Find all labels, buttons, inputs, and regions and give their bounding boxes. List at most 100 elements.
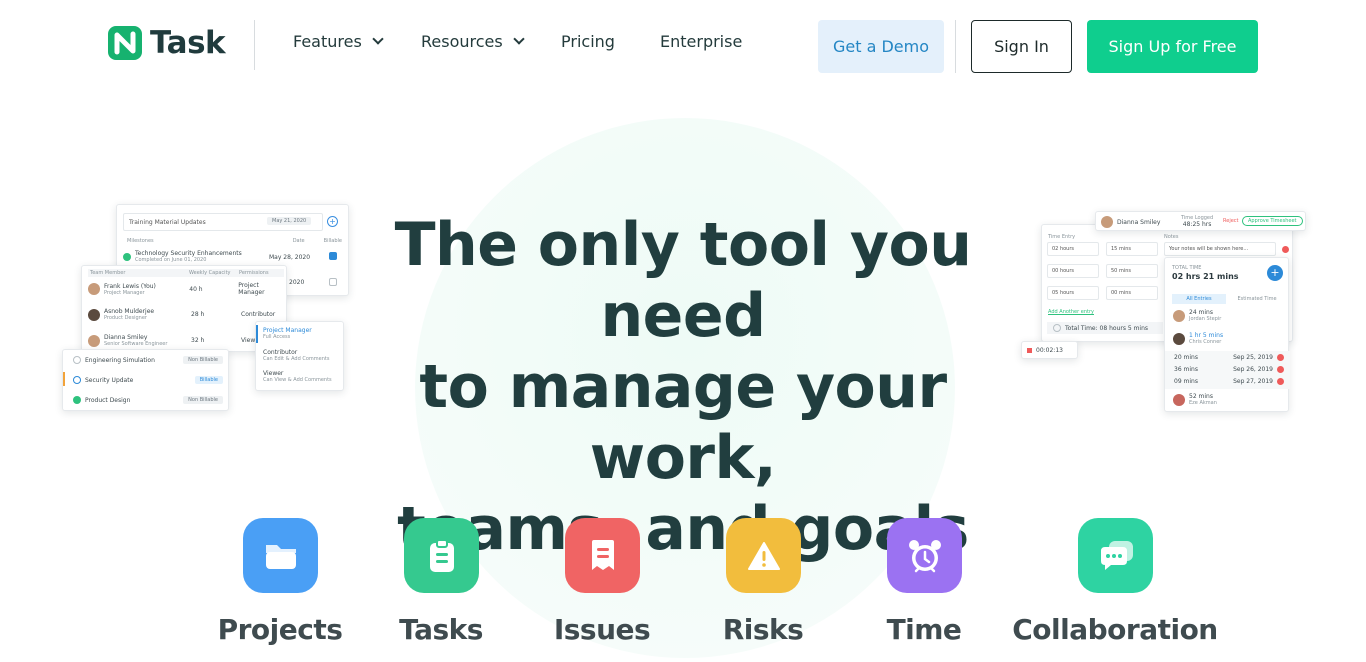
project-name: Product Design bbox=[85, 396, 131, 404]
person-name: Jordan Stepir bbox=[1189, 316, 1222, 322]
milestone-row[interactable]: Technology Security Enhancements Complet… bbox=[123, 250, 242, 263]
log-duration: 20 mins bbox=[1174, 354, 1198, 361]
menu-item-contributor[interactable]: Contributor Can Edit & Add Comments bbox=[263, 349, 329, 362]
col-permissions: Permissions bbox=[239, 270, 269, 276]
headline-line: to manage your work, bbox=[419, 352, 947, 493]
nav-resources[interactable]: Resources bbox=[421, 32, 525, 51]
menu-item-desc: Can Edit & Add Comments bbox=[263, 356, 330, 362]
delete-icon[interactable] bbox=[1277, 378, 1284, 385]
timer-value: 00:02:13 bbox=[1036, 347, 1063, 354]
avatar bbox=[1173, 332, 1185, 345]
billable-checkbox[interactable] bbox=[329, 278, 337, 286]
member-capacity: 32 h bbox=[191, 337, 205, 344]
project-name: Security Update bbox=[85, 376, 134, 384]
tasks-feature[interactable] bbox=[404, 518, 479, 593]
billable-checkbox[interactable] bbox=[329, 252, 337, 260]
menu-item-project-manager[interactable]: Project Manager Full Access bbox=[263, 327, 312, 340]
add-icon[interactable]: + bbox=[327, 216, 338, 227]
projects-feature[interactable] bbox=[243, 518, 318, 593]
check-icon bbox=[123, 252, 131, 261]
avatar bbox=[1173, 393, 1185, 406]
notes-input[interactable]: Your notes will be shown here... bbox=[1164, 242, 1276, 256]
nav-features[interactable]: Features bbox=[293, 32, 384, 51]
total-time-bar: Total Time: 08 hours 5 mins bbox=[1047, 322, 1163, 334]
add-entry-link[interactable]: Add Another entry bbox=[1048, 309, 1094, 315]
clock-icon bbox=[1053, 324, 1061, 332]
milestone-title: Technology Security Enhancements bbox=[135, 250, 242, 257]
avatar bbox=[1101, 216, 1113, 228]
hours-select[interactable]: 05 hours bbox=[1047, 286, 1099, 300]
time-label[interactable]: Time bbox=[844, 613, 1004, 646]
task-title: Training Material Updates bbox=[129, 219, 206, 226]
total-time-value: 02 hrs 21 mins bbox=[1172, 272, 1239, 281]
log-row: 36 mins Sep 26, 2019 bbox=[1174, 366, 1284, 373]
mins-select[interactable]: 50 mins bbox=[1106, 264, 1158, 278]
menu-item-viewer[interactable]: Viewer Can View & Add Comments bbox=[263, 370, 332, 383]
chevron-down-icon bbox=[372, 33, 384, 45]
hours-select[interactable]: 00 hours bbox=[1047, 264, 1099, 278]
col-capacity: Weekly Capacity bbox=[189, 270, 231, 276]
collaboration-label[interactable]: Collaboration bbox=[1005, 613, 1225, 646]
time-feature[interactable] bbox=[887, 518, 962, 593]
status-circle-icon bbox=[73, 356, 81, 364]
timer-widget[interactable]: 00:02:13 bbox=[1021, 341, 1078, 359]
hours-select[interactable]: 02 hours bbox=[1047, 242, 1099, 256]
col-billable: Billable bbox=[323, 238, 342, 244]
sign-in-button[interactable]: Sign In bbox=[971, 20, 1072, 73]
person-row[interactable]: 24 mins Jordan Stepir bbox=[1173, 309, 1221, 322]
header-divider bbox=[254, 20, 255, 70]
issues-feature[interactable] bbox=[565, 518, 640, 593]
project-row[interactable]: Engineering Simulation Non Billable bbox=[73, 356, 223, 364]
mins-select[interactable]: 15 mins bbox=[1106, 242, 1158, 256]
total-time-line: Total Time: 08 hours 5 mins bbox=[1065, 324, 1149, 332]
tasks-label[interactable]: Tasks bbox=[361, 613, 521, 646]
team-row[interactable]: Frank Lewis (You) Project Manager 40 h Pr… bbox=[88, 282, 286, 296]
menu-item-desc: Can View & Add Comments bbox=[263, 377, 332, 383]
total-time-label: TOTAL TIME bbox=[1172, 265, 1202, 271]
project-row[interactable]: Security Update Billable bbox=[73, 376, 223, 384]
team-row[interactable]: Dianna Smiley Senior Software Engineer 32… bbox=[88, 334, 261, 347]
add-time-icon[interactable]: + bbox=[1267, 265, 1283, 281]
member-permission[interactable]: Project Manager bbox=[238, 282, 286, 296]
remove-icon[interactable] bbox=[1282, 246, 1289, 253]
task-date[interactable]: May 21, 2020 bbox=[267, 217, 312, 225]
in-progress-icon bbox=[73, 376, 81, 384]
approve-timesheet-button[interactable]: Approve Timesheet bbox=[1242, 216, 1303, 226]
projects-label[interactable]: Projects bbox=[200, 613, 360, 646]
collaboration-feature[interactable] bbox=[1078, 518, 1153, 593]
log-duration: 36 mins bbox=[1174, 366, 1198, 373]
nav-enterprise-label: Enterprise bbox=[660, 32, 743, 51]
get-demo-button[interactable]: Get a Demo bbox=[818, 20, 944, 73]
billable-tag: Billable bbox=[194, 376, 223, 384]
issues-label[interactable]: Issues bbox=[522, 613, 682, 646]
logo-mark-icon bbox=[108, 26, 142, 60]
person-row[interactable]: 1 hr 5 mins Chris Conner bbox=[1173, 332, 1223, 345]
mins-select[interactable]: 00 mins bbox=[1106, 286, 1158, 300]
approval-user-name: Dianna Smiley bbox=[1117, 218, 1161, 226]
stop-icon[interactable] bbox=[1027, 348, 1032, 353]
member-permission[interactable]: Contributor bbox=[241, 311, 275, 318]
reject-button[interactable]: Reject bbox=[1223, 218, 1239, 224]
member-role: Product Designer bbox=[104, 315, 147, 321]
delete-icon[interactable] bbox=[1277, 366, 1284, 373]
nav-enterprise[interactable]: Enterprise bbox=[660, 32, 742, 51]
menu-item-title: Contributor bbox=[263, 349, 298, 356]
risks-feature[interactable] bbox=[726, 518, 801, 593]
log-duration: 09 mins bbox=[1174, 378, 1198, 385]
delete-icon[interactable] bbox=[1277, 354, 1284, 361]
folder-icon bbox=[265, 544, 296, 569]
risks-label[interactable]: Risks bbox=[683, 613, 843, 646]
time-entry-label: Time Entry bbox=[1048, 234, 1076, 240]
person-row[interactable]: 52 mins Eze Akman bbox=[1173, 393, 1217, 406]
team-row[interactable]: Asnob Mulderjee Product Designer 28 h Con… bbox=[88, 308, 275, 321]
menu-item-title: Viewer bbox=[263, 370, 284, 377]
nav-pricing[interactable]: Pricing bbox=[561, 32, 615, 51]
tab-all-entries[interactable]: All Entries bbox=[1172, 294, 1226, 304]
check-icon bbox=[73, 396, 81, 404]
sign-up-button[interactable]: Sign Up for Free bbox=[1087, 20, 1258, 73]
tab-estimated-time[interactable]: Estimated Time bbox=[1230, 294, 1284, 304]
brand-logo[interactable]: Task bbox=[108, 25, 226, 61]
headline-line: The only tool you need bbox=[394, 210, 972, 351]
brand-name: Task bbox=[150, 25, 226, 61]
project-row[interactable]: Product Design Non Billable bbox=[73, 396, 223, 404]
